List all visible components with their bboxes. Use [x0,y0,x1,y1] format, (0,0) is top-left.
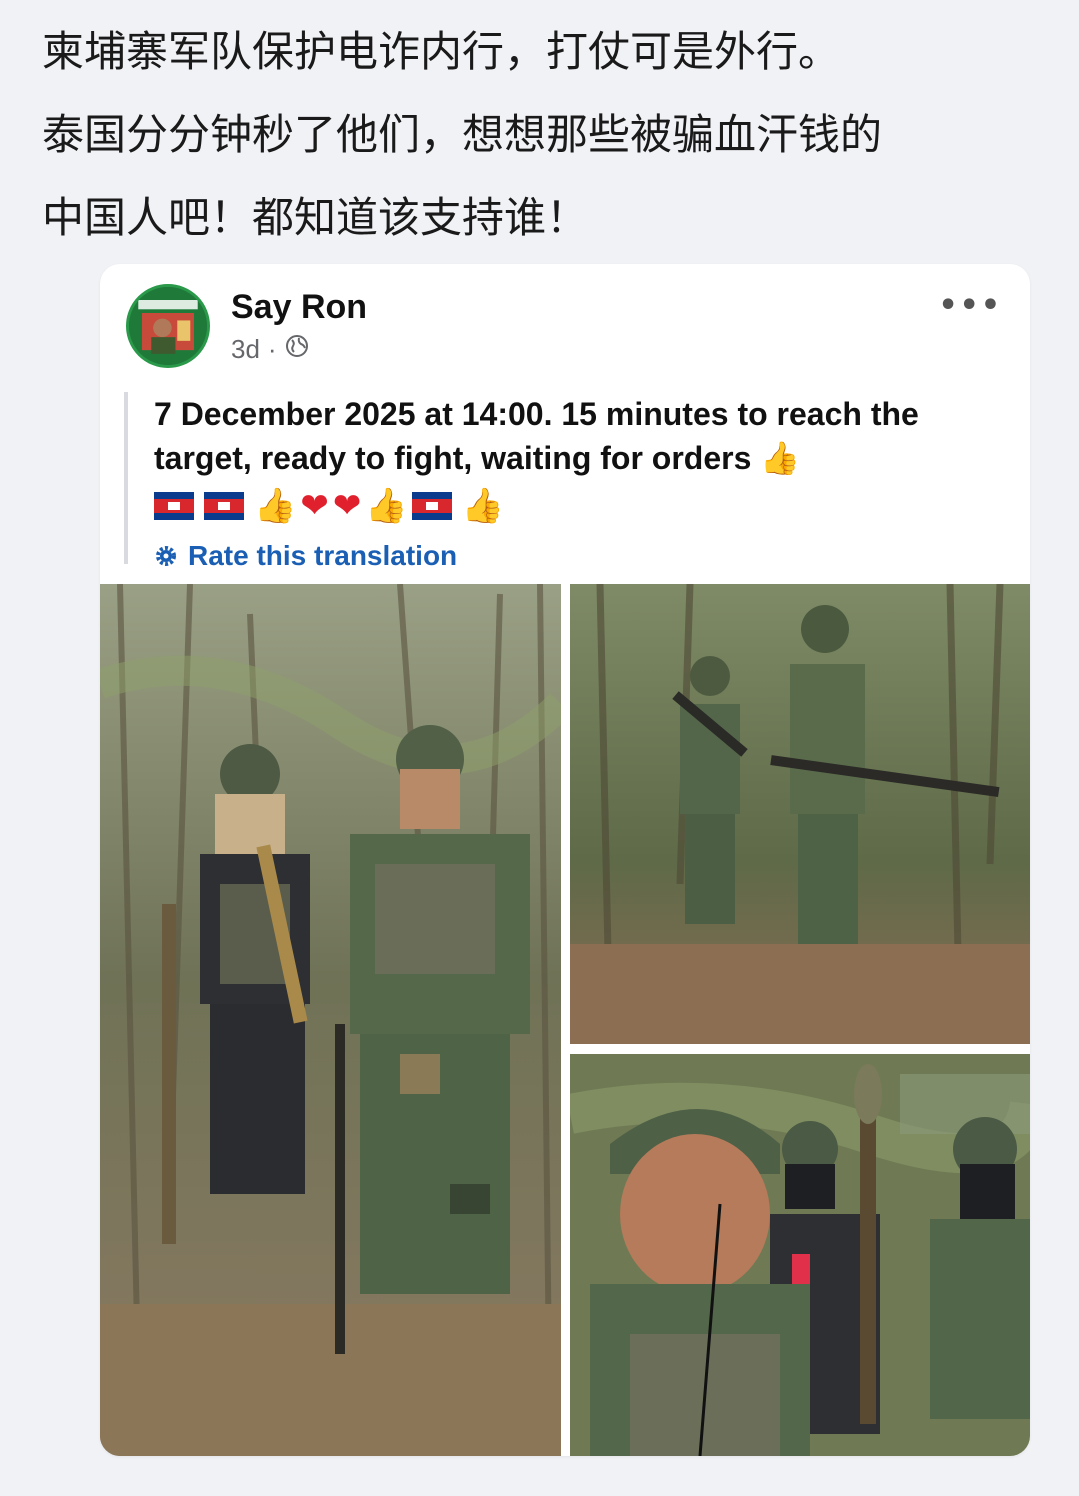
thumbs-up-icon: 👍 [365,486,408,526]
globe-icon [285,334,309,365]
caption-line-1: 柬埔寨军队保护电诈内行，打仗可是外行。 [42,27,841,76]
cambodia-flag-icon [204,492,244,520]
caption-line-3: 中国人吧！都知道该支持谁！ [42,193,589,242]
thumbs-up-icon: 👍 [254,486,297,526]
rate-translation-label: Rate this translation [188,540,458,571]
heart-icon: ❤ [300,486,329,526]
photo-two-soldiers[interactable] [100,584,561,1456]
heart-icon: ❤ [332,486,362,526]
emoji-line: 👍 ❤ ❤ 👍 👍 [154,482,1004,530]
rate-translation-link[interactable]: Rate this translation [154,540,1004,572]
photo-soldiers-forest[interactable] [570,584,1030,1044]
author-name[interactable]: Say Ron [231,288,367,327]
cambodia-flag-icon [411,492,452,520]
caption-line-2: 泰国分分钟秒了他们，想想那些被骗血汗钱的 [42,110,883,159]
post-caption: 柬埔寨军队保护电诈内行，打仗可是外行。 泰国分分钟秒了他们，想想那些被骗血汗钱的… [42,10,1062,259]
meta-separator: · [267,334,277,364]
post-meta: 3d · [231,334,309,365]
photo-selfie-group[interactable] [570,1054,1030,1456]
shared-facebook-post: Say Ron 3d · ••• 7 December 2025 at 14:0… [100,264,1030,1456]
more-options-button[interactable]: ••• [938,288,1002,323]
post-time[interactable]: 3d [231,334,260,365]
thumbs-up-icon: 👍 [461,486,505,526]
post-body: 7 December 2025 at 14:00. 15 minutes to … [124,392,1004,571]
post-text: 7 December 2025 at 14:00. 15 minutes to … [154,396,919,476]
gear-icon [156,546,176,566]
author-avatar[interactable] [126,284,210,368]
cambodia-flag-icon [154,492,194,520]
